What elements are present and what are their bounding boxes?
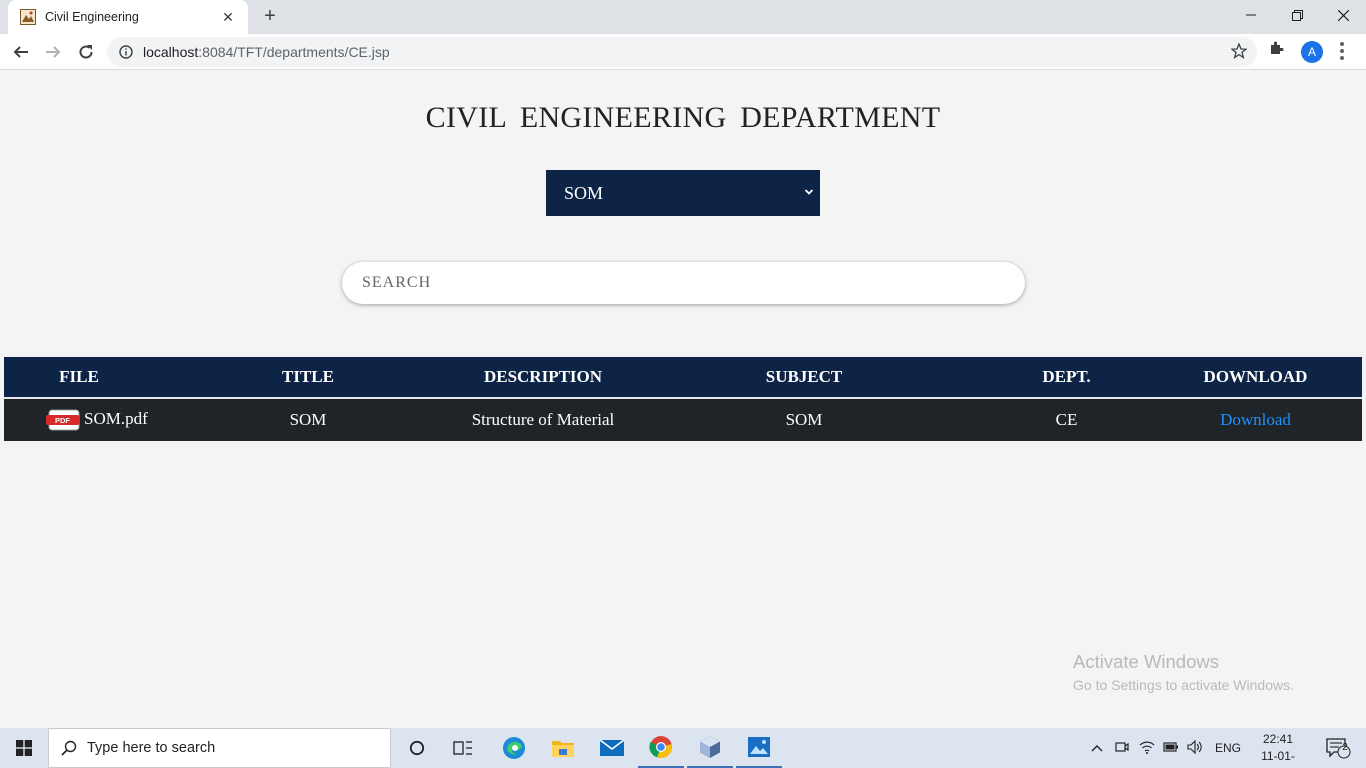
clock-time: 22:41 — [1262, 732, 1294, 746]
edge-browser-icon[interactable] — [491, 728, 537, 768]
subject-select[interactable]: SOM — [546, 170, 820, 216]
windows-taskbar: Type here to search ENG 22:41 11-01- 2 — [0, 728, 1366, 768]
column-header-file: FILE — [59, 367, 99, 386]
watermark-subtitle: Go to Settings to activate Windows. — [1073, 677, 1294, 693]
files-table: FILE TITLE DESCRIPTION SUBJECT DEPT. DOW… — [4, 357, 1362, 441]
url-text: localhost:8084/TFT/departments/CE.jsp — [143, 44, 390, 60]
app-cube-icon[interactable] — [687, 728, 733, 768]
reload-icon[interactable] — [74, 40, 98, 64]
column-header-description: DESCRIPTION — [483, 367, 603, 386]
url-path: :8084/TFT/departments/CE.jsp — [198, 44, 390, 60]
browser-tab[interactable]: Civil Engineering ✕ — [8, 0, 248, 34]
description-cell: Structure of Material — [471, 410, 615, 429]
battery-icon[interactable] — [1163, 741, 1179, 756]
meet-now-icon[interactable] — [1115, 740, 1129, 757]
bookmark-star-icon[interactable] — [1231, 43, 1247, 59]
column-header-download: DOWNLOAD — [1203, 367, 1308, 386]
tab-close-icon[interactable]: ✕ — [220, 9, 236, 26]
site-info-icon[interactable] — [119, 45, 133, 59]
wifi-icon[interactable] — [1139, 740, 1155, 757]
address-bar[interactable]: localhost:8084/TFT/departments/CE.jsp — [107, 37, 1257, 67]
watermark-title: Activate Windows — [1073, 651, 1219, 672]
chrome-taskbar-icon[interactable] — [638, 728, 684, 768]
browser-menu-icon[interactable] — [1340, 42, 1344, 63]
forward-arrow-icon[interactable] — [41, 40, 65, 64]
table-row: PDF SOM.pdf SOM Structure of Material SO… — [4, 398, 1362, 441]
page-content: CIVIL ENGINEERING DEPARTMENT SOM FILE TI… — [0, 71, 1366, 728]
extensions-puzzle-icon[interactable] — [1269, 40, 1285, 56]
tab-title: Civil Engineering — [45, 10, 139, 24]
notification-center-icon[interactable]: 2 — [1318, 728, 1358, 768]
file-cell: PDF SOM.pdf — [4, 398, 154, 441]
volume-icon[interactable] — [1187, 739, 1203, 757]
restore-icon[interactable] — [1274, 0, 1320, 30]
notification-count-badge: 2 — [1342, 742, 1348, 753]
taskbar-clock[interactable]: 22:41 11-01-2021 — [1248, 731, 1308, 768]
chevron-down-icon — [804, 189, 814, 195]
browser-toolbar: localhost:8084/TFT/departments/CE.jsp — [0, 34, 1366, 70]
dept-cell: CE — [1055, 410, 1078, 429]
svg-text:PDF: PDF — [55, 416, 70, 425]
cortana-icon[interactable] — [395, 728, 439, 768]
input-language[interactable]: ENG — [1215, 741, 1241, 755]
column-header-title: TITLE — [282, 367, 334, 386]
file-name[interactable]: SOM.pdf — [84, 409, 148, 428]
pdf-file-icon: PDF — [46, 409, 80, 431]
clock-date: 11-01-2021 — [1261, 749, 1295, 768]
back-arrow-icon[interactable] — [9, 40, 33, 64]
show-hidden-icons-chevron-icon[interactable] — [1091, 741, 1103, 755]
start-windows-icon[interactable] — [0, 728, 48, 768]
subject-select-value: SOM — [564, 182, 604, 203]
profile-avatar[interactable]: A — [1301, 41, 1323, 63]
site-favicon-icon — [20, 9, 36, 25]
browser-tab-strip: Civil Engineering ✕ + — [0, 0, 1366, 34]
system-tray: ENG — [1091, 728, 1241, 768]
new-tab-icon[interactable]: + — [259, 5, 281, 27]
task-view-icon[interactable] — [441, 728, 485, 768]
activate-windows-watermark: Activate Windows Go to Settings to activ… — [1073, 651, 1294, 693]
download-link[interactable]: Download — [1220, 410, 1291, 429]
subject-cell: SOM — [785, 410, 823, 429]
taskbar-search-box[interactable]: Type here to search — [48, 728, 391, 768]
taskbar-search-placeholder: Type here to search — [87, 740, 216, 756]
close-window-icon[interactable] — [1320, 0, 1366, 30]
url-host: localhost — [143, 44, 199, 60]
table-header-row: FILE TITLE DESCRIPTION SUBJECT DEPT. DOW… — [4, 357, 1362, 398]
file-explorer-icon[interactable] — [540, 728, 586, 768]
download-cell: Download — [1149, 398, 1362, 441]
column-header-subject: SUBJECT — [765, 367, 843, 386]
page-title: CIVIL ENGINEERING DEPARTMENT — [425, 101, 941, 134]
minimize-icon[interactable] — [1228, 0, 1274, 30]
search-input[interactable] — [342, 262, 1025, 304]
column-header-dept: DEPT. — [1042, 367, 1091, 386]
title-cell: SOM — [289, 410, 327, 429]
mail-icon[interactable] — [589, 728, 635, 768]
photos-icon[interactable] — [736, 728, 782, 768]
search-icon — [61, 740, 77, 756]
